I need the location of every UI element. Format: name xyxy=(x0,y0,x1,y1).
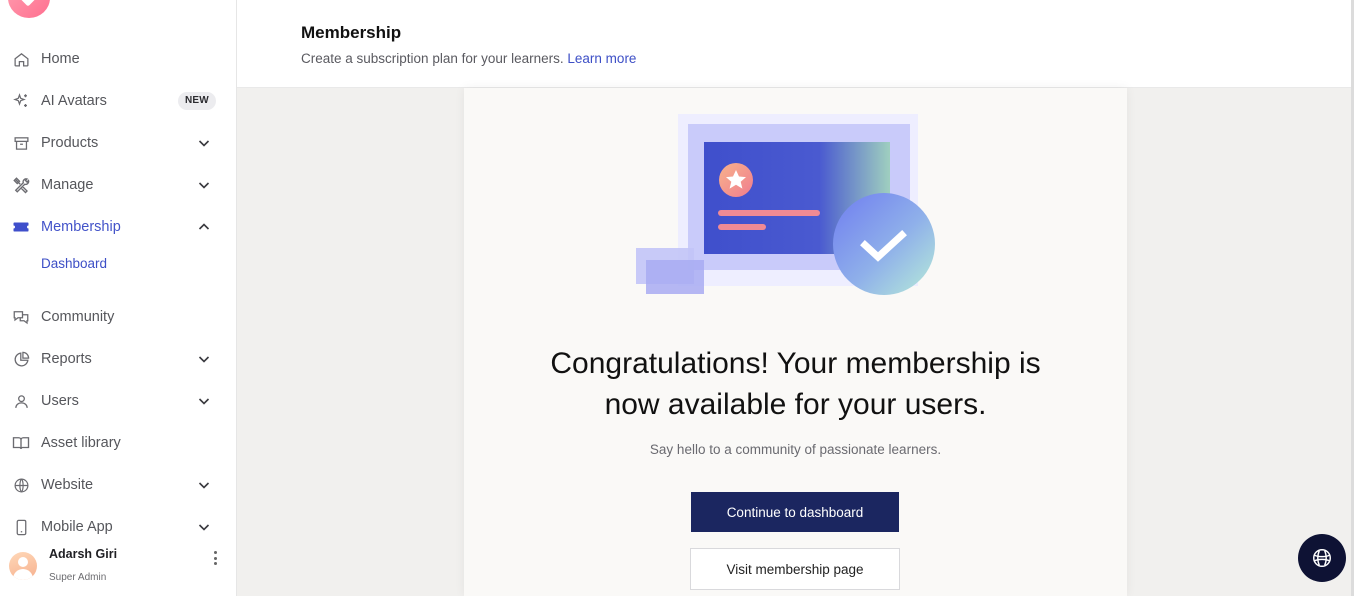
sidebar-item-home[interactable]: Home xyxy=(0,41,236,77)
sidebar-item-label: Users xyxy=(41,393,79,409)
sidebar-item-label: AI Avatars xyxy=(41,93,107,109)
user-icon xyxy=(12,392,30,410)
chevron-down-icon[interactable] xyxy=(196,393,212,409)
chat-bubbles-icon xyxy=(12,308,30,326)
success-heading: Congratulations! Your membership is now … xyxy=(464,343,1127,425)
sidebar-item-community[interactable]: Community xyxy=(0,299,236,335)
brand-logo[interactable] xyxy=(8,0,50,18)
chevron-down-icon[interactable] xyxy=(196,135,212,151)
sidebar-item-ai-avatars[interactable]: AI Avatars NEW xyxy=(0,83,236,119)
page-subtitle-text: Create a subscription plan for your lear… xyxy=(301,51,564,66)
sidebar-item-users[interactable]: Users xyxy=(0,383,236,419)
chevron-down-icon[interactable] xyxy=(196,477,212,493)
user-name: Adarsh Giri xyxy=(49,547,118,561)
chevron-down-icon[interactable] xyxy=(196,177,212,193)
more-options-icon[interactable] xyxy=(208,549,222,567)
sidebar-item-membership[interactable]: Membership xyxy=(0,209,236,245)
continue-to-dashboard-button[interactable]: Continue to dashboard xyxy=(691,492,899,532)
page-header: Membership Create a subscription plan fo… xyxy=(237,0,1354,88)
archive-icon xyxy=(12,134,30,152)
tools-icon xyxy=(12,176,30,194)
visit-membership-page-button[interactable]: Visit membership page xyxy=(690,548,900,590)
ticket-icon xyxy=(12,218,30,236)
chevron-down-icon[interactable] xyxy=(196,519,212,535)
sidebar-item-label: Website xyxy=(41,477,94,493)
success-card: Congratulations! Your membership is now … xyxy=(464,88,1127,596)
sidebar-subitem-dashboard[interactable]: Dashboard xyxy=(41,256,107,271)
success-illustration xyxy=(636,114,935,295)
chevron-up-icon[interactable] xyxy=(196,219,212,235)
sidebar: Home AI Avatars NEW Products Manage Memb… xyxy=(0,0,237,596)
sidebar-item-manage[interactable]: Manage xyxy=(0,167,236,203)
sidebar-item-label: Manage xyxy=(41,177,94,193)
new-badge: NEW xyxy=(178,92,216,110)
chevron-down-icon[interactable] xyxy=(196,351,212,367)
home-icon xyxy=(12,50,30,68)
book-icon xyxy=(12,434,30,452)
user-profile[interactable]: Adarsh Giri Super Admin xyxy=(0,540,236,596)
mobile-icon xyxy=(12,518,30,536)
globe-icon xyxy=(12,476,30,494)
sidebar-item-label: Mobile App xyxy=(41,519,113,535)
avatar xyxy=(9,552,37,580)
page-title: Membership xyxy=(301,23,402,42)
pie-chart-icon xyxy=(12,350,30,368)
success-heading-line1: Congratulations! Your membership is xyxy=(550,347,1041,380)
learn-more-link[interactable]: Learn more xyxy=(567,51,636,66)
success-subtext: Say hello to a community of passionate l… xyxy=(649,442,942,457)
sidebar-item-products[interactable]: Products xyxy=(0,125,236,161)
sidebar-item-website[interactable]: Website xyxy=(0,467,236,503)
sidebar-item-label: Asset library xyxy=(41,435,121,451)
success-heading-line2: now available for your users. xyxy=(604,388,987,421)
user-role: Super Admin xyxy=(49,572,107,583)
sidebar-item-label: Products xyxy=(41,135,99,151)
help-chat-button[interactable] xyxy=(1298,534,1346,582)
sidebar-item-label: Membership xyxy=(41,219,121,235)
sidebar-item-label: Community xyxy=(41,309,115,325)
page-subtitle: Create a subscription plan for your lear… xyxy=(301,51,636,66)
sidebar-item-label: Reports xyxy=(41,351,92,367)
sparkle-icon xyxy=(12,92,30,110)
sidebar-item-label: Home xyxy=(41,51,80,67)
help-globe-icon xyxy=(1311,547,1333,569)
sidebar-item-asset-library[interactable]: Asset library xyxy=(0,425,236,461)
sidebar-item-reports[interactable]: Reports xyxy=(0,341,236,377)
